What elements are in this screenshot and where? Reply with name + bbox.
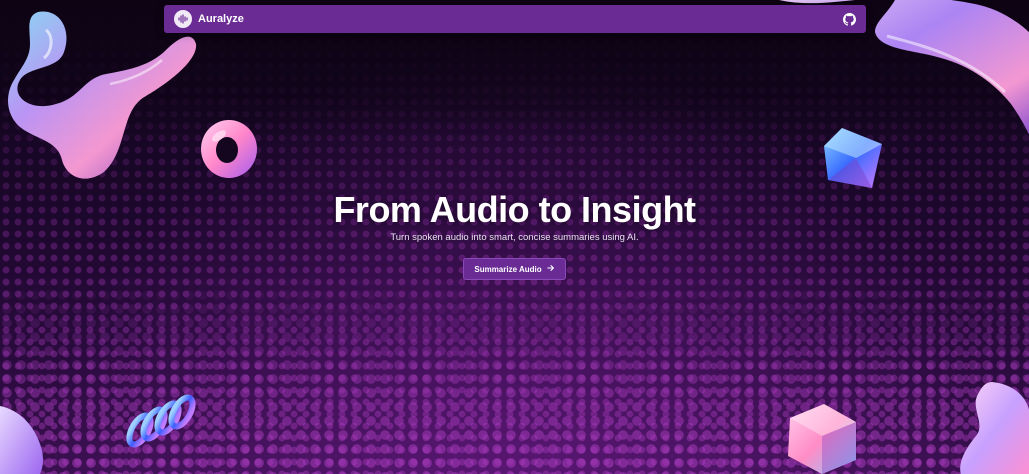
hero-subtitle: Turn spoken audio into smart, concise su…: [390, 232, 639, 243]
summarize-audio-label: Summarize Audio: [474, 264, 542, 274]
iridescent-blob-bottom-right: [960, 382, 1029, 474]
iridescent-blob-bottom-left: [0, 406, 43, 474]
summarize-audio-button[interactable]: Summarize Audio: [463, 258, 566, 280]
hero-title: From Audio to Insight: [333, 189, 696, 230]
hero-section: From Audio to Insight Turn spoken audio …: [0, 188, 1029, 280]
iridescent-spring: [126, 394, 196, 448]
arrow-right-icon: [546, 264, 555, 274]
iridescent-torus: [201, 120, 257, 178]
brand[interactable]: Auralyze: [174, 10, 244, 28]
iridescent-cube: [788, 404, 856, 474]
top-navbar: Auralyze: [164, 5, 866, 33]
brand-name: Auralyze: [198, 13, 244, 25]
github-icon[interactable]: [842, 12, 856, 26]
audio-wave-icon: [174, 10, 192, 28]
landing-page: Auralyze From Audio to Insight Turn spok…: [0, 0, 1029, 474]
